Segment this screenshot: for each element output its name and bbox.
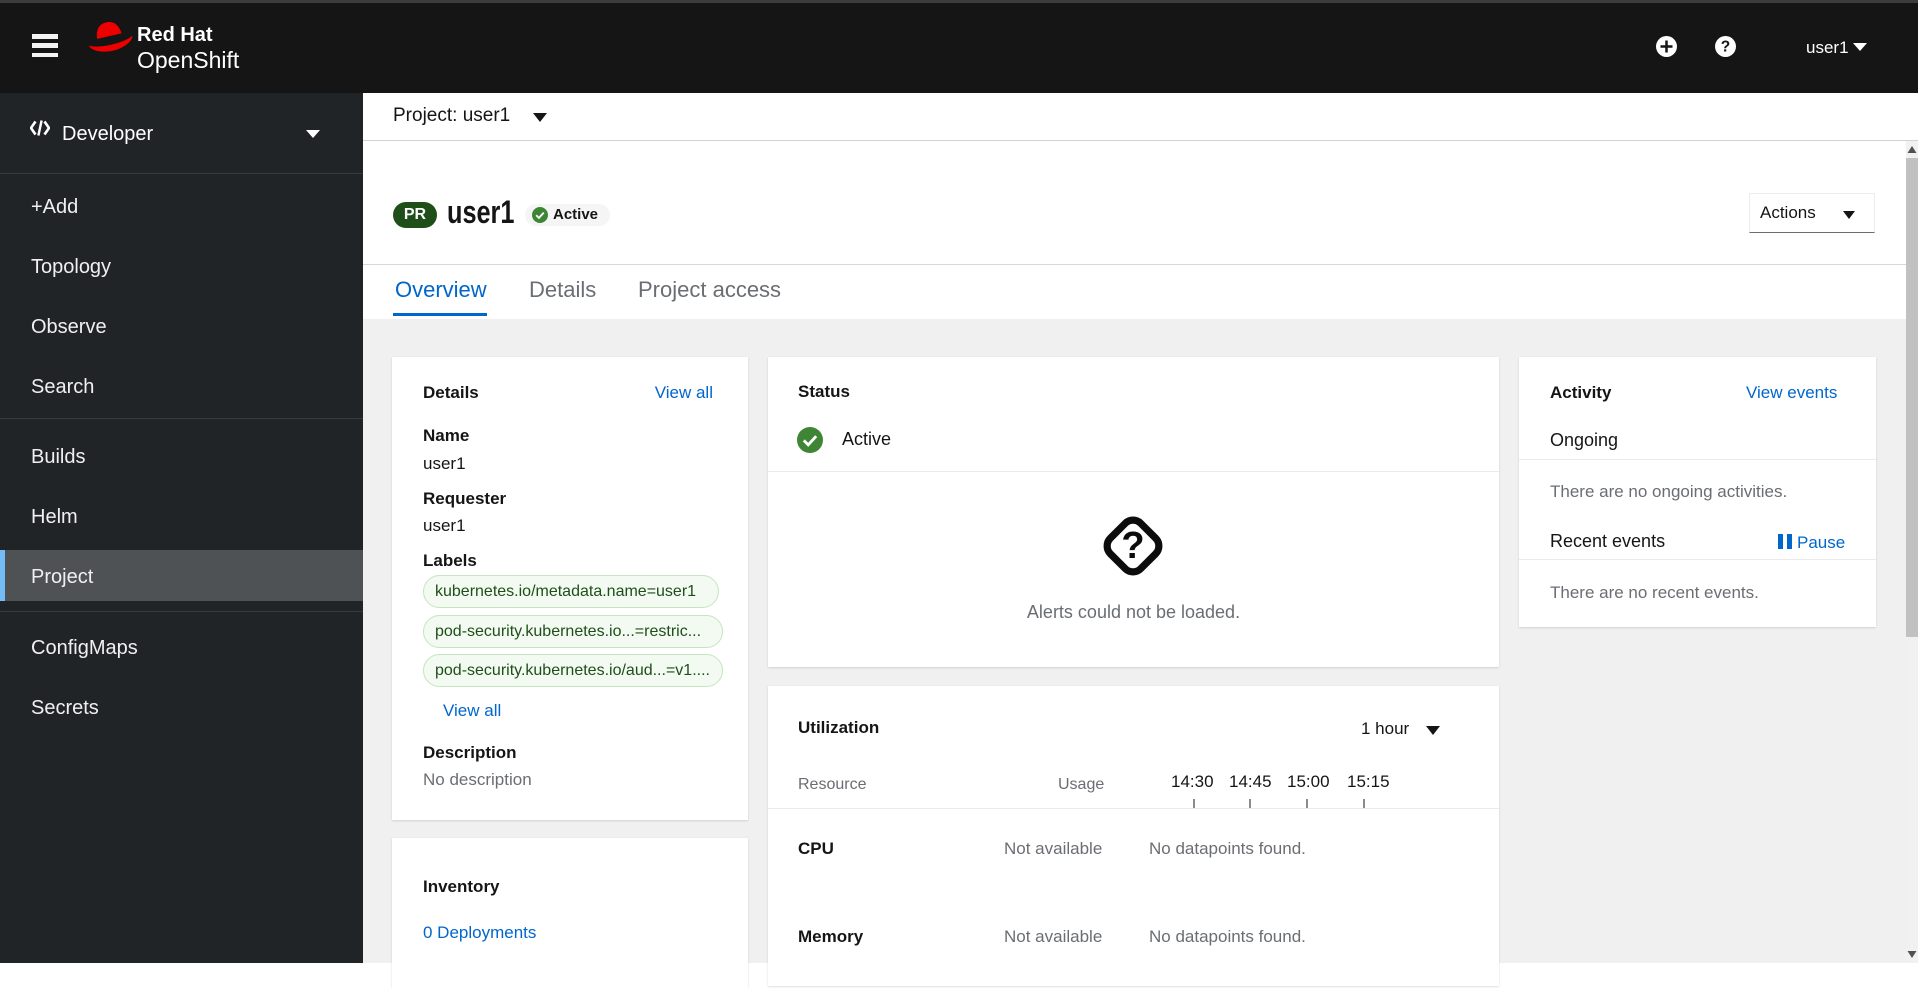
svg-text:?: ? [1121,525,1144,567]
svg-text:?: ? [1721,39,1730,56]
